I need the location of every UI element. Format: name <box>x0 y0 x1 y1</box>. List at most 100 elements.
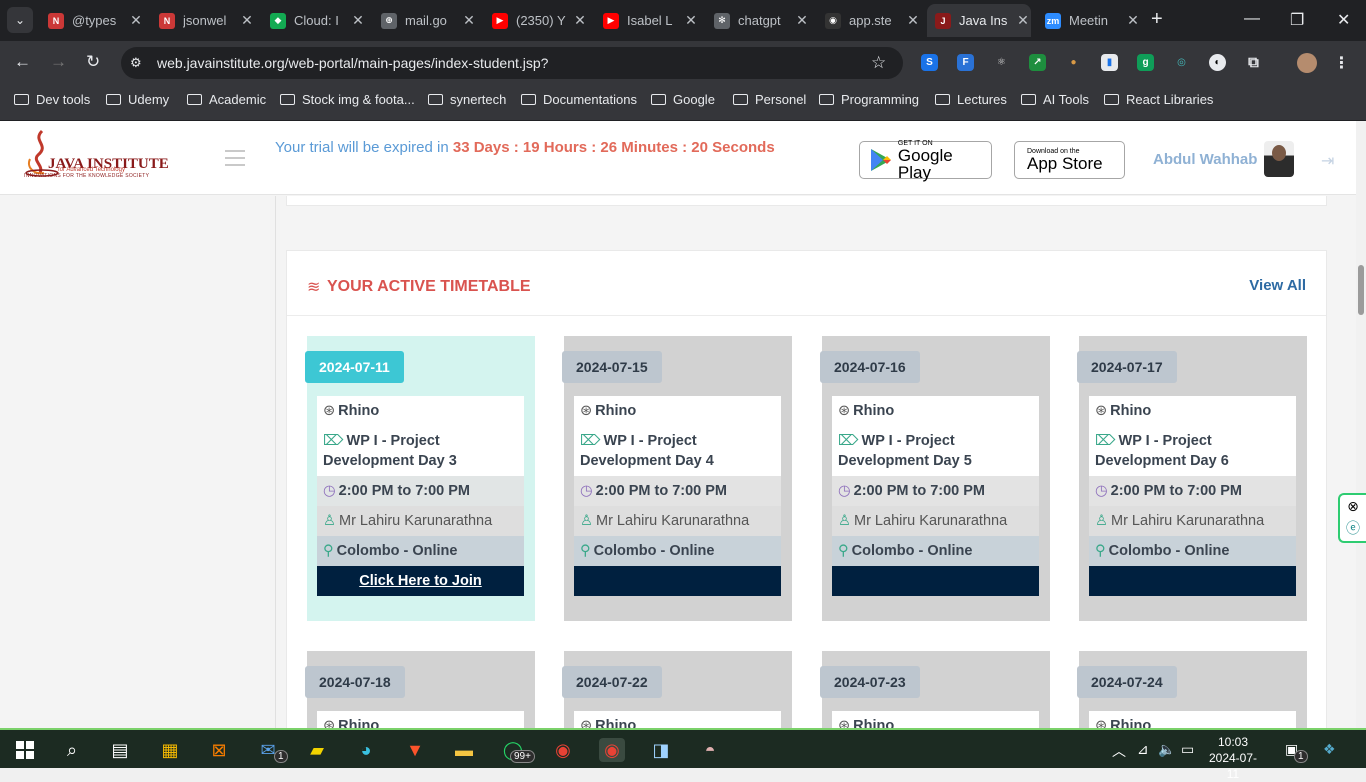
task-view-icon[interactable]: ▤ <box>107 738 133 762</box>
tab-close-icon[interactable]: ✕ <box>1015 12 1031 29</box>
tab-7[interactable]: ✻ chatgpt ✕ <box>706 4 810 37</box>
extension-icon[interactable]: F <box>957 54 974 71</box>
tab-close-icon[interactable]: ✕ <box>239 12 255 29</box>
bookmark-folder[interactable]: Lectures <box>935 92 1007 107</box>
tab-close-icon[interactable]: ✕ <box>572 12 588 29</box>
windows-start-icon[interactable] <box>12 738 38 762</box>
close-window-button[interactable]: ✕ <box>1337 10 1350 30</box>
bookmark-folder[interactable]: synertech <box>428 92 506 107</box>
map-marker-icon: ⚲ <box>838 543 849 559</box>
session-date: 2024-07-18 <box>305 666 405 698</box>
extension-icon[interactable]: ◐ <box>1209 54 1226 71</box>
close-circle-icon[interactable]: ⊗ <box>1340 495 1366 517</box>
clock-date: 2024-07-11 <box>1208 751 1258 781</box>
forward-icon[interactable]: → <box>50 52 67 72</box>
bookmark-star-icon[interactable]: ☆ <box>871 53 886 73</box>
bookmark-folder[interactable]: Stock img & foota... <box>280 92 415 107</box>
profile-avatar[interactable] <box>1297 53 1317 73</box>
extension-icon[interactable]: ▮ <box>1101 54 1118 71</box>
volume-icon[interactable]: 🔈 <box>1158 741 1175 758</box>
search-icon[interactable]: ⌕ <box>59 738 85 762</box>
extension-icon[interactable]: ↗ <box>1029 54 1046 71</box>
tab-3[interactable]: ◆ Cloud: I ✕ <box>262 4 366 37</box>
side-widget[interactable]: ⊗ ⓔ <box>1338 493 1366 543</box>
menu-kebab-icon[interactable]: ⋮ <box>1333 54 1350 72</box>
chrome-icon[interactable]: ◉ <box>550 738 576 762</box>
app-icon[interactable]: ◓ <box>697 738 723 762</box>
tab-6[interactable]: ▶ Isabel L ✕ <box>595 4 699 37</box>
copilot-icon[interactable]: ❖ <box>1323 741 1336 758</box>
app-store-badge[interactable]: Download on the App Store <box>1014 141 1125 179</box>
bookmark-folder[interactable]: Dev tools <box>14 92 90 107</box>
tab-2[interactable]: Njsonwel ✕ <box>151 4 255 37</box>
restore-button[interactable]: ❐ <box>1290 10 1304 30</box>
battery-icon[interactable]: ▭ <box>1181 741 1194 758</box>
app-icon[interactable]: ◨ <box>648 738 674 762</box>
scrollbar-thumb[interactable] <box>1358 265 1364 315</box>
chrome-profile-icon[interactable]: ◉ <box>599 738 625 762</box>
bookmark-folder[interactable]: React Libraries <box>1104 92 1213 107</box>
xampp-icon[interactable]: ⊠ <box>206 738 232 762</box>
clock[interactable]: 10:03 2024-07-11 <box>1203 734 1263 782</box>
back-icon[interactable]: ← <box>14 52 31 72</box>
tray-chevron-icon[interactable]: ︿ <box>1112 741 1126 761</box>
bookmark-folder[interactable]: AI Tools <box>1021 92 1089 107</box>
tab-close-icon[interactable]: ✕ <box>683 12 699 29</box>
network-icon[interactable]: ⊿ <box>1137 741 1149 758</box>
tab-8[interactable]: ◉ app.ste ✕ <box>817 4 921 37</box>
tab-9[interactable]: J Java Ins ✕ <box>927 4 1031 37</box>
bookmark-folder[interactable]: Udemy <box>106 92 169 107</box>
folder-icon <box>1021 94 1036 105</box>
course-name: Rhino <box>1110 718 1152 728</box>
file-explorer-icon[interactable]: ▬ <box>451 738 477 762</box>
logo-tagline: INNOVATIONS FOR THE KNOWLEDGE SOCIETY <box>24 173 150 179</box>
store-icon[interactable]: ▦ <box>157 738 183 762</box>
tab-close-icon[interactable]: ✕ <box>794 12 810 29</box>
tab-4[interactable]: ⊕ mail.go ✕ <box>373 4 477 37</box>
bookmark-folder[interactable]: Google <box>651 92 715 107</box>
reload-icon[interactable]: ↻ <box>86 52 100 72</box>
brave-icon[interactable]: ▼ <box>402 738 428 762</box>
extensions-puzzle-icon[interactable]: ⧉ <box>1245 54 1262 71</box>
user-avatar[interactable] <box>1264 141 1294 177</box>
timetable-title: YOUR ACTIVE TIMETABLE <box>327 278 531 295</box>
bookmark-folder[interactable]: Personel <box>733 92 806 107</box>
tab-favicon-icon: J <box>935 12 951 29</box>
new-tab-button[interactable]: + <box>1151 9 1163 29</box>
bookmark-label: Programming <box>841 92 920 107</box>
page-scrollbar[interactable] <box>1356 121 1366 728</box>
extension-icon[interactable]: S <box>921 54 938 71</box>
tab-close-icon[interactable]: ✕ <box>905 12 921 29</box>
tab-5[interactable]: ▶ (2350) Y ✕ <box>484 4 588 37</box>
google-play-badge[interactable]: GET IT ON Google Play <box>859 140 992 182</box>
tab-strip: ⌄ N @types ✕ Njsonwel ✕ ◆ Cloud: I ✕ ⊕ mail.go ✕ ▶ (… <box>0 0 1366 41</box>
bookmark-folder[interactable]: Documentations <box>521 92 637 107</box>
minimize-button[interactable]: — <box>1244 10 1260 28</box>
bookmark-folder[interactable]: Academic <box>187 92 266 107</box>
extension-icon[interactable]: ◎ <box>1173 54 1190 71</box>
tab-close-icon[interactable]: ✕ <box>350 12 366 29</box>
site-info-icon[interactable]: ⚙ <box>130 55 142 71</box>
user-name[interactable]: Abdul Wahhab <box>1153 151 1257 168</box>
tab-favicon-icon: N <box>159 12 175 29</box>
tab-close-icon[interactable]: ✕ <box>461 12 477 29</box>
sticky-notes-icon[interactable]: ▰ <box>304 738 330 762</box>
tab-1[interactable]: N @types ✕ <box>40 4 144 37</box>
google-play-big-text: Google Play <box>897 145 953 182</box>
tab-close-icon[interactable]: ✕ <box>1125 12 1141 29</box>
edge-icon[interactable]: ◕ <box>353 738 379 762</box>
timetable-session-card: 2024-07-24 ⊛ Rhino <box>1077 651 1307 728</box>
edge-e-icon[interactable]: ⓔ <box>1340 517 1366 539</box>
grammarly-icon[interactable]: g <box>1137 54 1154 71</box>
bookmark-folder[interactable]: Programming <box>819 92 919 107</box>
dribbble-icon: ⊛ <box>1095 718 1108 728</box>
hamburger-menu-icon[interactable] <box>225 150 245 171</box>
tab-10[interactable]: zm Meetin ✕ <box>1037 4 1141 37</box>
view-all-link[interactable]: View All <box>1249 277 1306 294</box>
logout-icon[interactable]: ⇥ <box>1321 151 1334 171</box>
react-devtools-icon[interactable]: ⚛ <box>993 54 1010 71</box>
cookie-icon[interactable]: ● <box>1065 54 1082 71</box>
tab-close-icon[interactable]: ✕ <box>128 12 144 29</box>
join-button[interactable]: Click Here to Join <box>317 566 524 596</box>
tab-search-button[interactable]: ⌄ <box>7 7 33 33</box>
